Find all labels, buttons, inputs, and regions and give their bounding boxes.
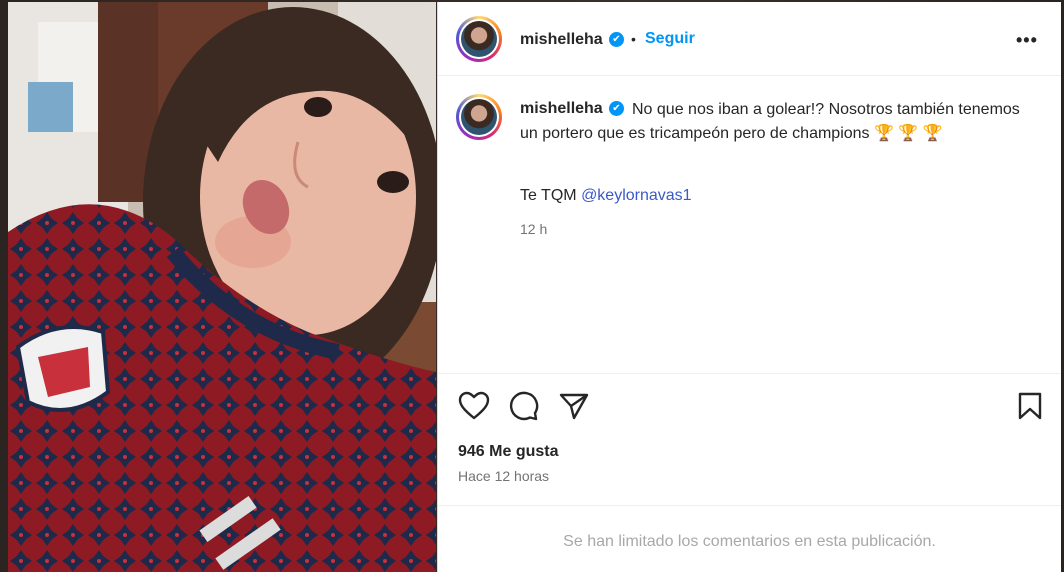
selfie-image [8,2,436,572]
author-avatar[interactable] [456,16,502,62]
post-details-panel: mishelleha ✔ • Seguir ••• mishelleha ✔ N… [437,2,1061,572]
caption-second-line: Te TQM @keylornavas1 [520,187,692,205]
caption-author-avatar[interactable] [456,94,502,140]
actions-divider [438,373,1061,374]
post-photo [8,2,436,572]
post-modal: mishelleha ✔ • Seguir ••• mishelleha ✔ N… [0,0,1064,572]
caption-line2-text: Te TQM [520,187,577,204]
caption-body: No que nos iban a golear!? Nosotros tamb… [520,101,1020,142]
likes-count[interactable]: 946 Me gusta [458,443,558,461]
verified-badge-icon: ✔ [609,32,624,47]
heart-icon[interactable] [458,391,490,421]
caption-timestamp[interactable]: 12 h [520,221,547,237]
send-icon[interactable] [558,391,590,421]
comments-divider [438,505,1061,506]
mention-link[interactable]: @keylornavas1 [581,187,692,204]
post-header: mishelleha ✔ • Seguir ••• [438,2,1061,76]
comments-limited-notice: Se han limitado los comentarios en esta … [563,533,936,550]
bookmark-icon[interactable] [1017,391,1043,421]
more-options-icon[interactable]: ••• [1016,30,1038,51]
comment-icon[interactable] [508,391,540,421]
author-username[interactable]: mishelleha [520,31,603,49]
post-timestamp[interactable]: Hace 12 horas [458,468,549,484]
follow-button[interactable]: Seguir [645,30,695,48]
caption-text: No que nos iban a golear!? Nosotros tamb… [520,98,1020,146]
separator-dot: • [631,31,636,47]
